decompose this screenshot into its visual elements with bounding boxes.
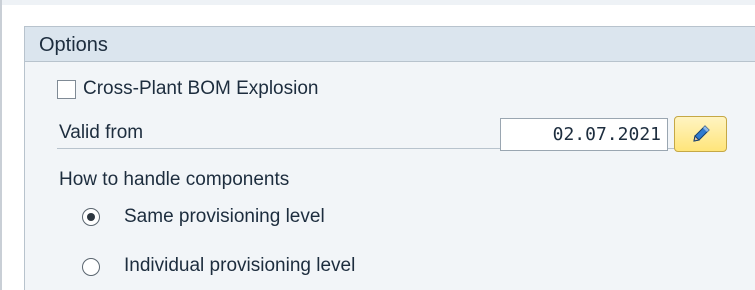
screen: Options Cross-Plant BOM Explosion Valid … [0, 0, 755, 290]
top-band [2, 0, 755, 5]
edit-date-button[interactable] [674, 116, 727, 152]
same-provisioning-radio[interactable] [82, 208, 100, 226]
options-group: Options Cross-Plant BOM Explosion Valid … [24, 26, 755, 290]
components-handling-label: How to handle components [59, 169, 290, 190]
radio-selected-dot [87, 213, 95, 221]
same-provisioning-label: Same provisioning level [124, 206, 325, 227]
valid-from-date-input[interactable]: 02.07.2021 [500, 118, 668, 151]
valid-from-label: Valid from [59, 122, 144, 143]
cross-plant-bom-label: Cross-Plant BOM Explosion [83, 78, 319, 99]
options-group-header: Options [25, 27, 755, 62]
individual-provisioning-label: Individual provisioning level [124, 255, 356, 276]
individual-provisioning-radio[interactable] [82, 258, 100, 276]
options-group-title: Options [39, 34, 108, 56]
left-border [0, 0, 2, 290]
cross-plant-bom-checkbox[interactable] [57, 80, 76, 99]
pencil-icon [693, 125, 710, 142]
